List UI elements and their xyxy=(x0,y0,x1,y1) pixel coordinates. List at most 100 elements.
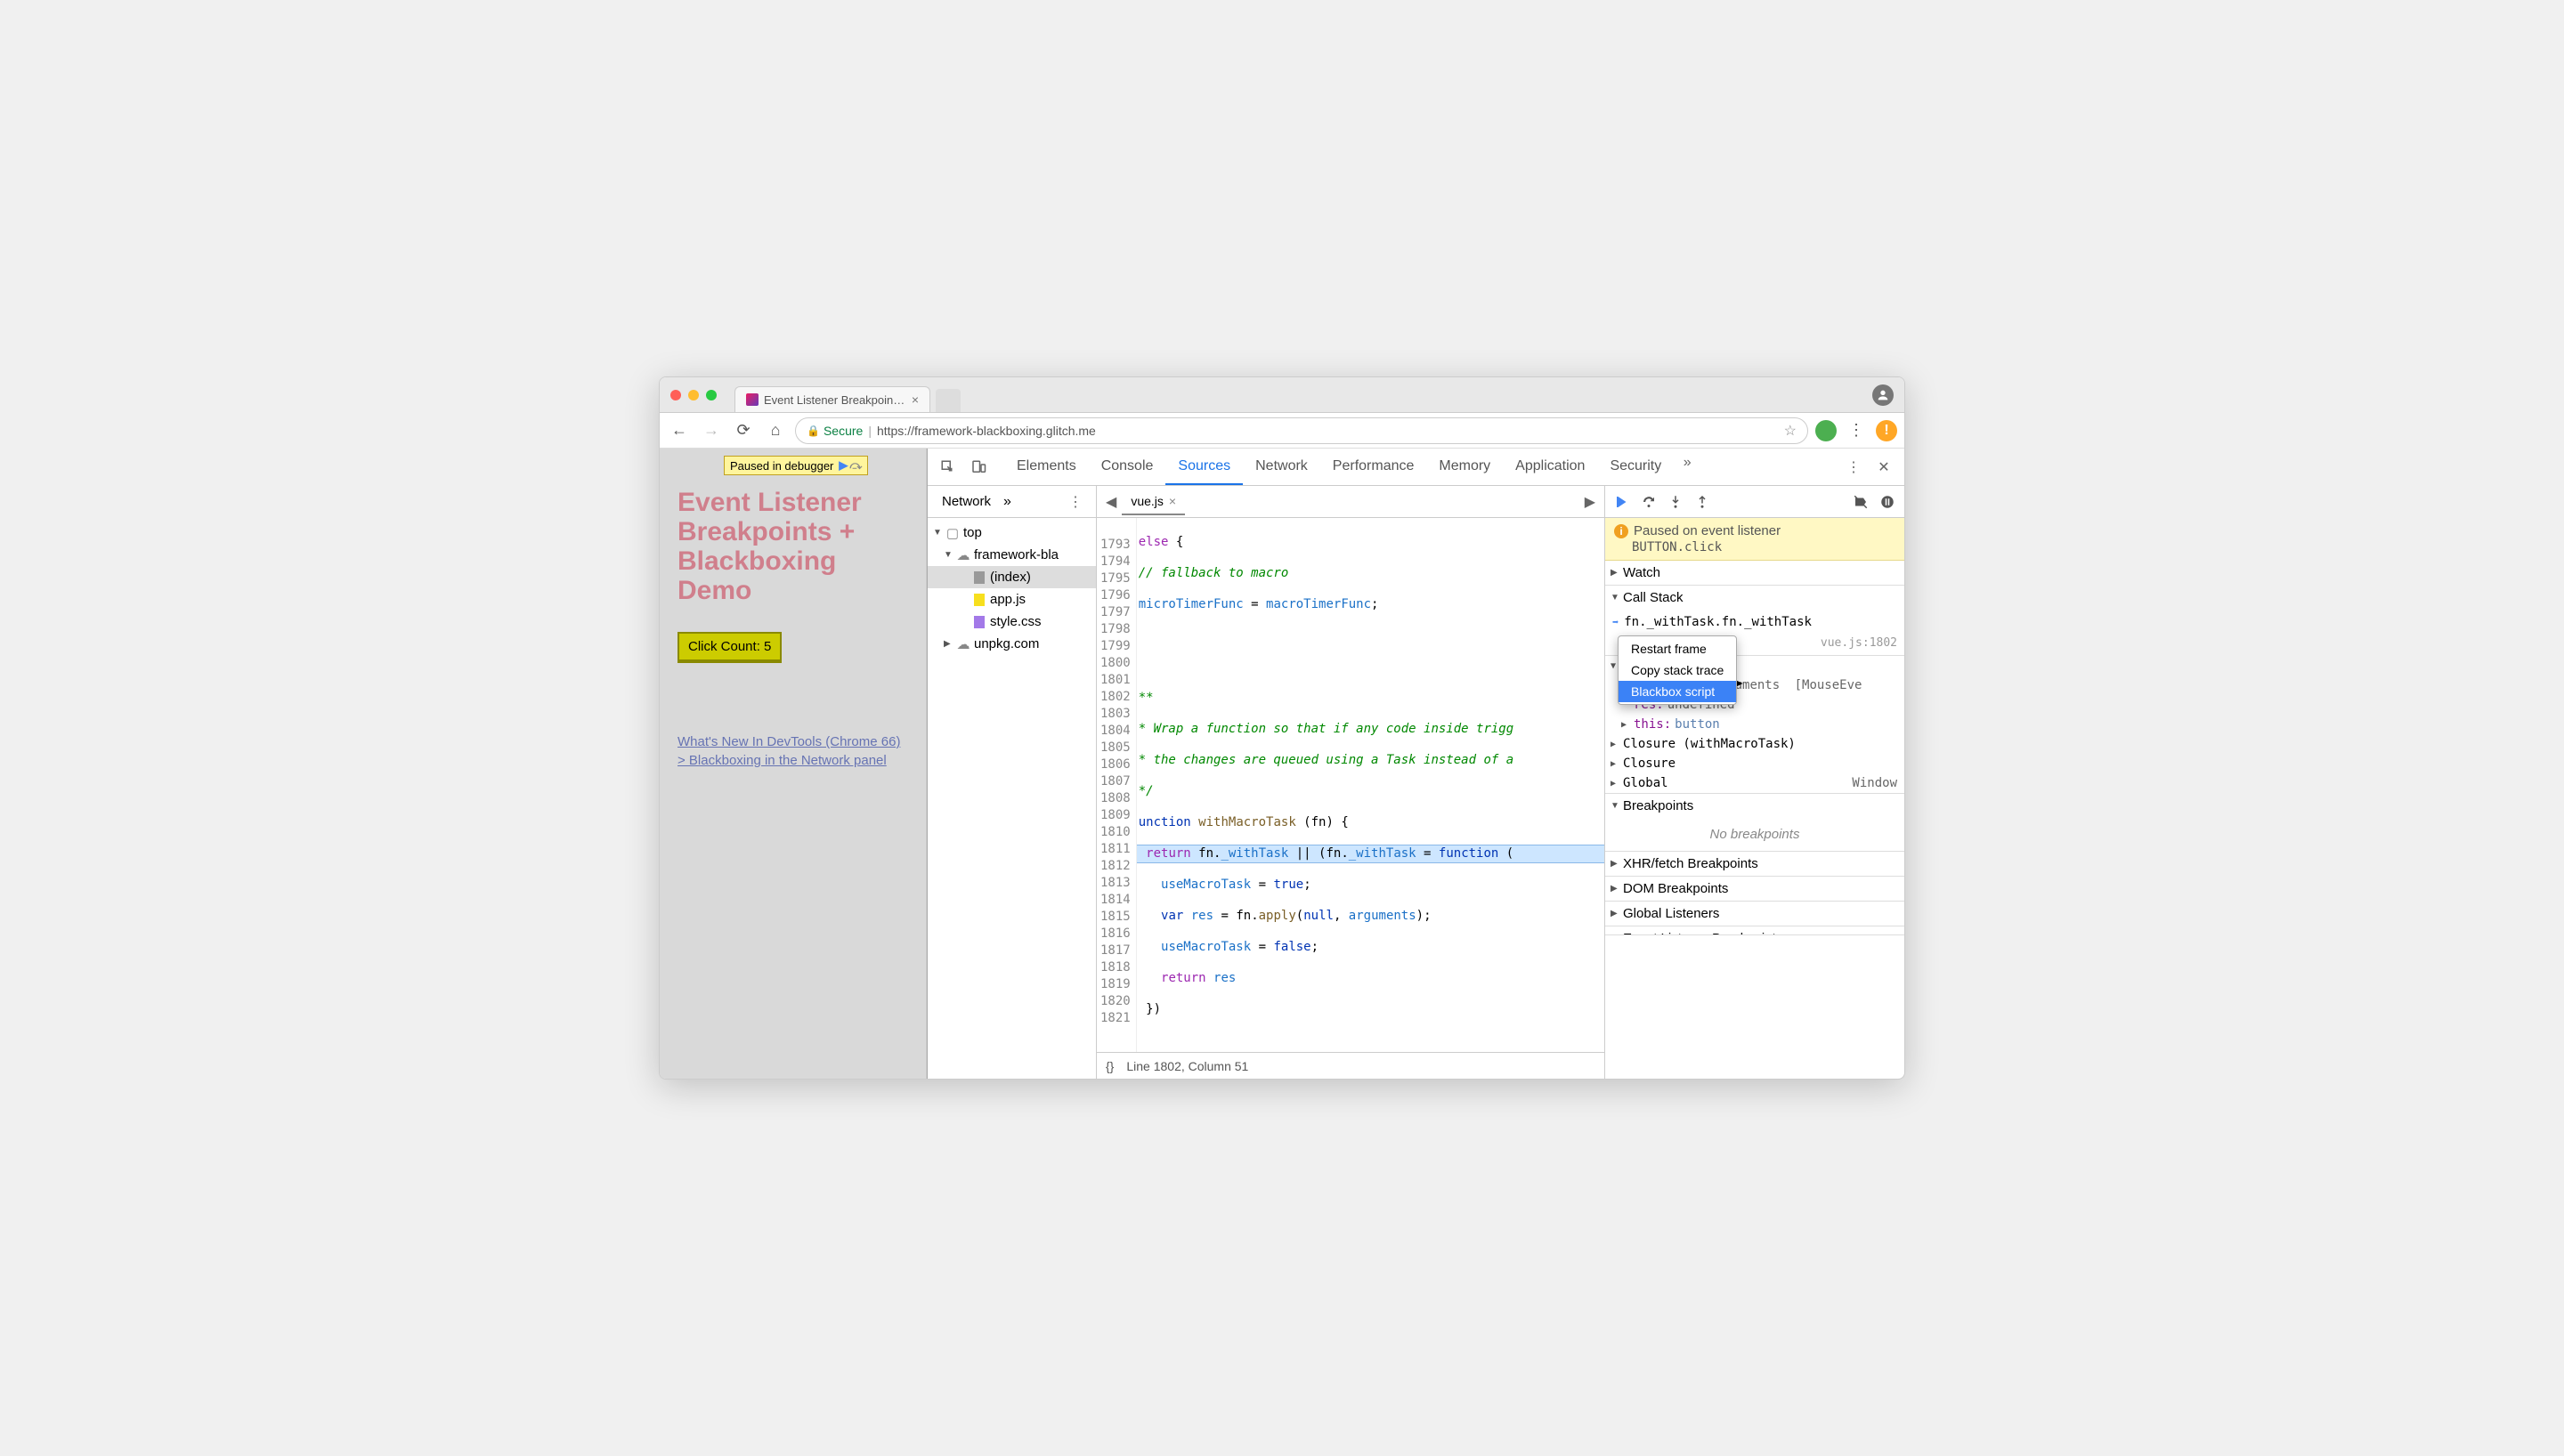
editor-nav-toggle[interactable]: ◀ xyxy=(1100,489,1122,514)
devtools-header: Elements Console Sources Network Perform… xyxy=(928,449,1904,486)
editor-tab-close[interactable]: × xyxy=(1169,494,1176,508)
scope-this[interactable]: ▶this: button xyxy=(1605,715,1904,734)
pause-target: BUTTON.click xyxy=(1632,540,1895,554)
editor-tabs: ◀ vue.js × ▶ xyxy=(1097,486,1604,518)
device-toolbar-button[interactable] xyxy=(965,454,992,481)
pause-overlay: Paused in debugger ▶⤼ xyxy=(724,456,868,475)
tab-sources[interactable]: Sources xyxy=(1165,449,1243,485)
tree-file-appjs[interactable]: app.js xyxy=(928,588,1096,611)
browser-toolbar: ← → ⟳ ⌂ Secure | https://framework-black… xyxy=(660,413,1904,449)
browser-tab[interactable]: Event Listener Breakpoints + B × xyxy=(734,386,930,412)
extension-icon[interactable] xyxy=(1815,420,1837,441)
url-separator: | xyxy=(868,424,872,438)
pause-on-exceptions-button[interactable] xyxy=(1876,490,1899,514)
ctx-restart-frame[interactable]: Restart frame xyxy=(1619,638,1736,659)
back-button[interactable]: ← xyxy=(667,418,692,443)
global-listeners-section: ▶Global Listeners xyxy=(1605,902,1904,926)
inspect-element-button[interactable] xyxy=(935,454,961,481)
profile-button[interactable] xyxy=(1872,384,1894,406)
breakpoints-empty: No breakpoints xyxy=(1605,818,1904,851)
click-count-button[interactable]: Click Count: 5 xyxy=(678,632,782,661)
home-button[interactable]: ⌂ xyxy=(763,418,788,443)
format-icon[interactable]: {} xyxy=(1106,1059,1114,1073)
tab-network[interactable]: Network xyxy=(1243,449,1320,485)
navigator-header: Network » ⋮ xyxy=(928,486,1096,518)
code-content[interactable]: else { // fallback to macro microTimerFu… xyxy=(1137,518,1604,1052)
stack-frame[interactable]: ➡ fn._withTask.fn._withTask xyxy=(1605,611,1904,633)
xhr-breakpoints-header[interactable]: ▶XHR/fetch Breakpoints xyxy=(1605,852,1904,876)
devtools-close-button[interactable]: ✕ xyxy=(1870,454,1897,481)
breakpoints-header[interactable]: ▼Breakpoints xyxy=(1605,794,1904,818)
tree-top[interactable]: ▼top xyxy=(928,522,1096,544)
file-tree: ▼top ▼framework-bla (index) app.js style… xyxy=(928,518,1096,1079)
event-listener-breakpoints-header[interactable]: ▶Event Listener Breakpoints xyxy=(1605,926,1904,935)
tree-domain[interactable]: ▼framework-bla xyxy=(928,544,1096,566)
step-mini-icon[interactable]: ⤼ xyxy=(849,458,862,473)
window-titlebar: Event Listener Breakpoints + B × xyxy=(660,377,1904,413)
cursor-position: Line 1802, Column 51 xyxy=(1126,1059,1248,1073)
browser-window: Event Listener Breakpoints + B × ← → ⟳ ⌂… xyxy=(659,376,1905,1080)
devtools-tabs: Elements Console Sources Network Perform… xyxy=(1004,449,1837,485)
tree-file-stylecss[interactable]: style.css xyxy=(928,611,1096,633)
ctx-copy-stack-trace[interactable]: Copy stack trace xyxy=(1619,659,1736,681)
tab-application[interactable]: Application xyxy=(1503,449,1597,485)
step-into-button[interactable] xyxy=(1664,490,1687,514)
close-window-button[interactable] xyxy=(670,390,681,400)
tab-elements[interactable]: Elements xyxy=(1004,449,1089,485)
menu-button[interactable]: ⋮ xyxy=(1844,418,1869,443)
resume-button[interactable] xyxy=(1611,490,1634,514)
closure1-header[interactable]: ▶Closure (withMacroTask) xyxy=(1605,734,1904,754)
step-out-button[interactable] xyxy=(1691,490,1714,514)
pause-badge[interactable]: Paused in debugger ▶⤼ xyxy=(724,456,868,475)
page-heading: Event Listener Breakpoints + Blackboxing… xyxy=(678,488,908,605)
stack-frame-location[interactable]: vue.js:1802 xyxy=(1821,636,1897,650)
tree-file-index[interactable]: (index) xyxy=(928,566,1096,588)
navigator-tab-network[interactable]: Network xyxy=(935,490,998,513)
step-over-button[interactable] xyxy=(1637,490,1660,514)
tree-cdn[interactable]: ▶unpkg.com xyxy=(928,633,1096,655)
editor-run-button[interactable]: ▶ xyxy=(1579,489,1601,514)
global-listeners-header[interactable]: ▶Global Listeners xyxy=(1605,902,1904,926)
browser-tabs: Event Listener Breakpoints + B × xyxy=(734,377,1872,412)
page-content: Paused in debugger ▶⤼ Event Listener Bre… xyxy=(660,449,927,1079)
tab-performance[interactable]: Performance xyxy=(1320,449,1427,485)
closure2-header[interactable]: ▶Closure xyxy=(1605,754,1904,773)
editor-tab-vuejs[interactable]: vue.js × xyxy=(1122,489,1185,515)
new-tab-button[interactable] xyxy=(936,389,961,412)
info-icon: i xyxy=(1614,524,1628,538)
secure-badge: Secure xyxy=(807,424,863,438)
devtools-menu-button[interactable]: ⋮ xyxy=(1840,454,1867,481)
window-controls xyxy=(670,390,717,400)
extension-badge-icon[interactable]: ! xyxy=(1876,420,1897,441)
context-menu: Restart frame Copy stack trace Blackbox … xyxy=(1618,635,1737,705)
navigator-panel: Network » ⋮ ▼top ▼framework-bla (index) … xyxy=(928,486,1097,1079)
tab-console[interactable]: Console xyxy=(1089,449,1166,485)
callstack-header[interactable]: ▼Call Stack xyxy=(1605,586,1904,610)
xhr-breakpoints-section: ▶XHR/fetch Breakpoints xyxy=(1605,852,1904,877)
line-gutter: 1793 1794 1795 1796 1797 1798 1799 1800 … xyxy=(1097,518,1137,1052)
tab-close-button[interactable]: × xyxy=(912,392,919,407)
address-bar[interactable]: Secure | https://framework-blackboxing.g… xyxy=(795,417,1808,444)
maximize-window-button[interactable] xyxy=(706,390,717,400)
global-scope-header[interactable]: ▶GlobalWindow xyxy=(1605,773,1904,793)
ctx-blackbox-script[interactable]: Blackbox script xyxy=(1619,681,1736,702)
forward-button[interactable]: → xyxy=(699,418,724,443)
watch-header[interactable]: ▶Watch xyxy=(1605,561,1904,585)
bookmark-icon[interactable]: ☆ xyxy=(1784,422,1797,440)
tabs-overflow-button[interactable]: » xyxy=(1674,449,1700,476)
navigator-overflow-button[interactable]: » xyxy=(1003,494,1011,510)
reload-button[interactable]: ⟳ xyxy=(731,418,756,443)
tab-security[interactable]: Security xyxy=(1597,449,1674,485)
dom-breakpoints-header[interactable]: ▶DOM Breakpoints xyxy=(1605,877,1904,901)
resume-mini-icon[interactable]: ▶ xyxy=(839,458,848,473)
minimize-window-button[interactable] xyxy=(688,390,699,400)
deactivate-breakpoints-button[interactable] xyxy=(1849,490,1872,514)
editor-statusbar: {} Line 1802, Column 51 xyxy=(1097,1052,1604,1079)
editor-tab-label: vue.js xyxy=(1131,494,1164,508)
navigator-menu-button[interactable]: ⋮ xyxy=(1062,489,1089,515)
tab-title: Event Listener Breakpoints + B xyxy=(764,393,906,407)
tab-favicon xyxy=(746,393,759,406)
code-editor[interactable]: 1793 1794 1795 1796 1797 1798 1799 1800 … xyxy=(1097,518,1604,1052)
doc-link[interactable]: What's New In DevTools (Chrome 66) > Bla… xyxy=(678,732,908,770)
tab-memory[interactable]: Memory xyxy=(1426,449,1503,485)
